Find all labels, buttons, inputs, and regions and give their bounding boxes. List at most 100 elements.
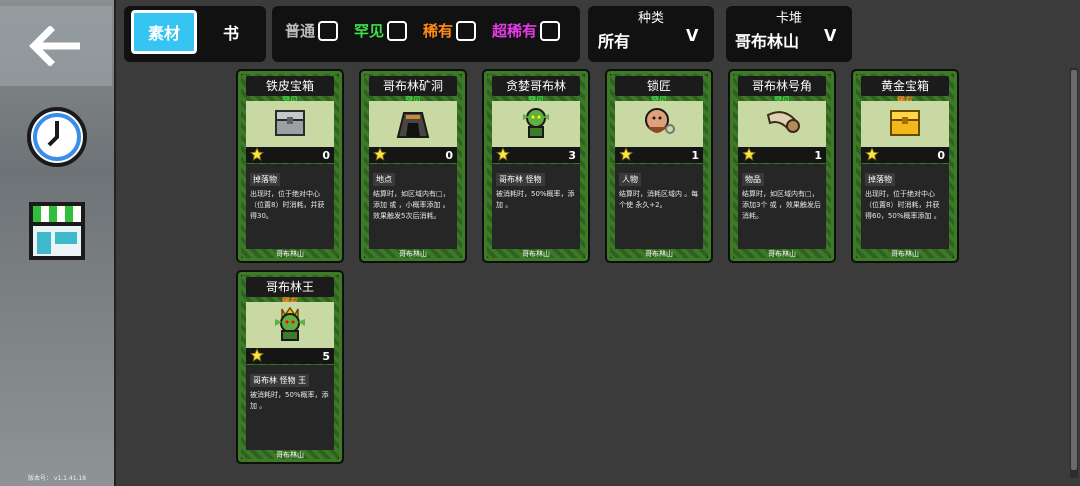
goblin-king-icon [271, 305, 309, 345]
card[interactable]: 贪婪哥布林 罕见 3 哥布林 怪物 被消耗时，50%概率，添加 。 哥布林山 [482, 69, 590, 263]
card-tags: 掉落物 [865, 173, 895, 186]
goblin-mine-icon [394, 105, 432, 143]
card-description: 结算时，如区域内有□，添加 或 ，小概率添加 。效果触发5次后消耗。 [373, 190, 450, 220]
card-title: 哥布林王 [246, 277, 334, 297]
card-deck-label: 哥布林山 [276, 451, 304, 459]
filter-uncommon-checkbox[interactable] [387, 20, 408, 41]
goblin-horn-icon [764, 105, 800, 143]
card[interactable]: 哥布林矿洞 罕见 0 地点 结算时，如区域内有□，添加 或 ，小概率添加 。效果… [359, 69, 467, 263]
card[interactable]: 锁匠 罕见 1 人物 结算时，消耗区域内 。每个使 永久+2。 哥布林山 [605, 69, 713, 263]
card-title: 铁皮宝箱 [246, 76, 334, 96]
filter-super-rare[interactable]: 超稀有 [492, 20, 561, 41]
filter-rare-label: 稀有 [423, 22, 454, 40]
card[interactable]: 黄金宝箱 稀有 0 掉落物 出现时，位于绝对中心（位置8）时消耗，并获得60，5… [851, 69, 959, 263]
shop-icon [29, 202, 85, 260]
star-icon [250, 347, 264, 366]
card-count: 0 [445, 148, 453, 162]
card-body: 物品 结算时，如区域内有□，添加3个 或 ，效果触发后消耗。 [738, 164, 826, 249]
card-count: 0 [937, 148, 945, 162]
card-deck-label: 哥布林山 [768, 250, 796, 258]
card-tags: 哥布林 怪物 王 [250, 374, 310, 387]
shop-button[interactable] [22, 196, 92, 266]
card-tags: 哥布林 怪物 [496, 173, 545, 186]
card-art [369, 101, 457, 147]
version-label: 版本号： v1.1.41.18 [28, 475, 87, 482]
tab-material[interactable]: 素材 [131, 10, 197, 54]
history-button[interactable] [22, 102, 92, 172]
card-art [246, 302, 334, 348]
back-button[interactable] [0, 6, 112, 86]
card-statbar: 1 [738, 146, 826, 165]
card-art [492, 101, 580, 147]
filter-rare-checkbox[interactable] [456, 20, 477, 41]
filter-super-rare-label: 超稀有 [492, 22, 538, 40]
tab-book[interactable]: 书 [205, 10, 257, 54]
card-deck-label: 哥布林山 [645, 250, 673, 258]
chevron-down-icon: ᐯ [824, 26, 837, 45]
card-body: 掉落物 出现时，位于绝对中心（位置8）时消耗，并获得60，50%概率添加 。 [861, 164, 949, 249]
card[interactable]: 哥布林王 稀有 5 哥布林 怪物 王 被消耗时，50%概率，添加 。 哥布林山 [236, 270, 344, 464]
card-statbar: 0 [246, 146, 334, 163]
sidebar: 版本号： v1.1.41.18 [0, 0, 116, 486]
card-art [861, 101, 949, 147]
deck-dropdown-label: 卡堆 [775, 11, 802, 26]
star-icon [373, 146, 387, 165]
card-count: 0 [322, 148, 330, 162]
card-body: 哥布林 怪物 被消耗时，50%概率，添加 。 [492, 164, 580, 249]
filter-uncommon[interactable]: 罕见 [354, 20, 408, 41]
card-body: 哥布林 怪物 王 被消耗时，50%概率，添加 。 [246, 365, 334, 450]
card-title: 贪婪哥布林 [492, 76, 580, 96]
scrollbar-thumb[interactable] [1071, 70, 1077, 470]
card-description: 被消耗时，50%概率，添加 。 [496, 190, 575, 209]
filter-common[interactable]: 普通 [285, 20, 339, 41]
card-title: 哥布林矿洞 [369, 76, 457, 96]
card-statbar: 3 [492, 146, 580, 163]
card-body: 掉落物 出现时，位于绝对中心（位置8）时消耗，并获得30。 [246, 164, 334, 249]
filter-common-label: 普通 [285, 22, 316, 40]
type-dropdown-value: 所有 [598, 32, 631, 51]
card-count: 3 [568, 148, 576, 162]
star-icon [865, 146, 879, 165]
card-tags: 物品 [742, 173, 764, 186]
greedy-goblin-icon [519, 105, 553, 143]
card-description: 出现时，位于绝对中心（位置8）时消耗，并获得30。 [250, 190, 325, 220]
filter-super-rare-checkbox[interactable] [540, 20, 561, 41]
card-body: 地点 结算时，如区域内有□，添加 或 ，小概率添加 。效果触发5次后消耗。 [369, 164, 457, 249]
filter-rare[interactable]: 稀有 [423, 20, 477, 41]
card-title: 黄金宝箱 [861, 76, 949, 96]
card-statbar: 0 [861, 146, 949, 165]
iron-chest-icon [273, 105, 307, 143]
card[interactable]: 铁皮宝箱 罕见 0 掉落物 出现时，位于绝对中心（位置8）时消耗，并获得30。 … [236, 69, 344, 263]
card-tags: 掉落物 [250, 173, 280, 186]
card-tags: 地点 [373, 173, 395, 186]
clock-icon [27, 107, 87, 167]
card-statbar: 5 [246, 347, 334, 366]
type-dropdown-label: 种类 [637, 11, 664, 26]
card-deck-label: 哥布林山 [522, 250, 550, 258]
filter-uncommon-label: 罕见 [354, 22, 385, 40]
card-statbar: 0 [369, 146, 457, 165]
filter-common-checkbox[interactable] [318, 20, 339, 41]
card-description: 结算时，消耗区域内 。每个使 永久+2。 [619, 190, 699, 209]
card-count: 1 [814, 148, 822, 162]
card-title: 锁匠 [615, 76, 703, 96]
chevron-down-icon: ᐯ [686, 26, 699, 45]
card-title: 哥布林号角 [738, 76, 826, 96]
card-art [615, 101, 703, 147]
card[interactable]: 哥布林号角 罕见 1 物品 结算时，如区域内有□，添加3个 或 ，效果触发后消耗… [728, 69, 836, 263]
card-body: 人物 结算时，消耗区域内 。每个使 永久+2。 [615, 164, 703, 249]
card-art [738, 101, 826, 147]
arrow-left-icon [29, 26, 80, 66]
star-icon [619, 146, 633, 165]
card-count: 1 [691, 148, 699, 162]
deck-dropdown-value: 哥布林山 [735, 32, 800, 51]
card-statbar: 1 [615, 146, 703, 165]
card-description: 出现时，位于绝对中心（位置8）时消耗，并获得60，50%概率添加 。 [865, 190, 941, 220]
star-icon [742, 146, 756, 165]
card-tags: 人物 [619, 173, 641, 186]
locksmith-icon [642, 105, 676, 143]
card-description: 被消耗时，50%概率，添加 。 [250, 391, 329, 410]
card-art [246, 101, 334, 147]
card-count: 5 [322, 349, 330, 363]
card-deck-label: 哥布林山 [891, 250, 919, 258]
